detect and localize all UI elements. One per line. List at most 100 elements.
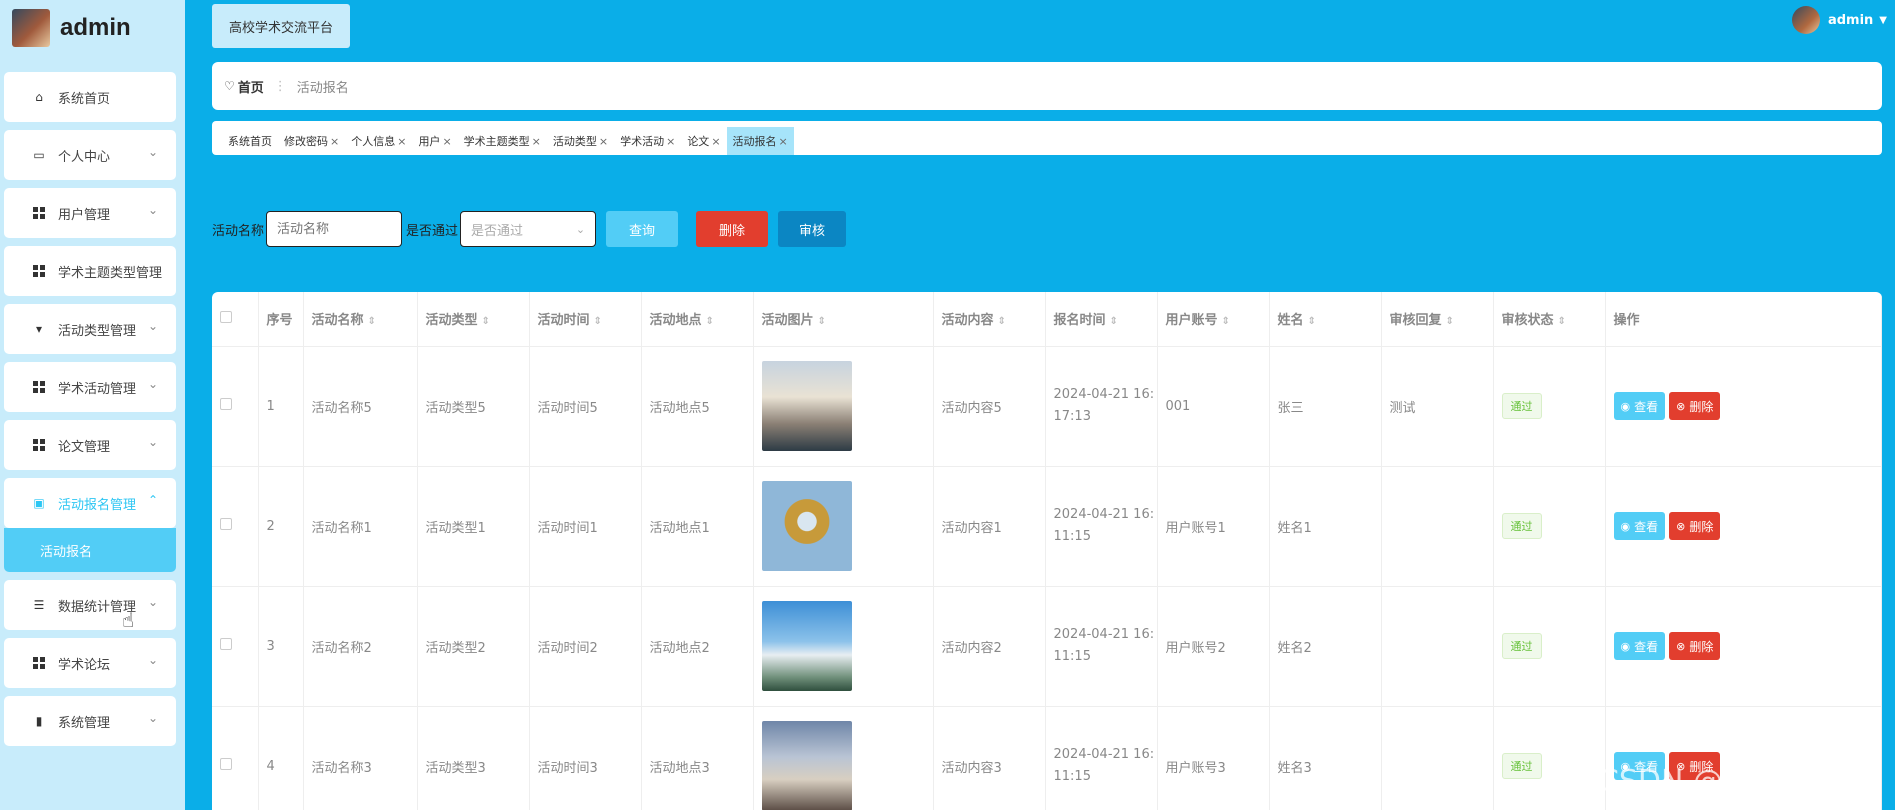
sort-icon: ⇕: [705, 316, 714, 328]
audit-button[interactable]: 审核: [778, 211, 847, 247]
watermark: CSDN @计算机学姐: [1597, 764, 1873, 799]
cell-realname: 张三: [1269, 346, 1382, 467]
close-icon[interactable]: ×: [599, 135, 608, 148]
tag-label: 修改密码: [284, 135, 328, 148]
close-icon[interactable]: ×: [666, 135, 675, 148]
brand-name: admin: [60, 14, 131, 41]
tag-signups[interactable]: 活动报名 ×: [726, 127, 794, 155]
sidebar-item-forum[interactable]: 学术论坛 ⌄: [4, 638, 176, 688]
tag-change-password[interactable]: 修改密码 ×: [278, 133, 345, 155]
view-button[interactable]: ◉ 查看: [1613, 392, 1666, 420]
cell-place: 活动地点3: [641, 706, 754, 810]
close-icon[interactable]: ×: [330, 135, 339, 148]
tag-activities[interactable]: 学术活动 ×: [614, 133, 681, 155]
tag-home[interactable]: 系统首页: [222, 133, 278, 155]
cell-name: 活动名称1: [303, 466, 418, 587]
user-name: admin: [1827, 12, 1874, 28]
sidebar-item-label: 学术主题类型管理: [58, 265, 163, 281]
row-checkbox[interactable]: [212, 346, 259, 467]
sidebar-item-home[interactable]: ⌂ 系统首页: [4, 72, 176, 122]
cell-realname: 姓名1: [1269, 466, 1382, 587]
sidebar-item-label: 学术活动管理: [58, 381, 137, 397]
col-header[interactable]: 活动图片 ⇕: [753, 292, 934, 347]
col-header[interactable]: 审核回复 ⇕: [1381, 292, 1494, 347]
close-icon[interactable]: ×: [779, 135, 788, 148]
cell-reply: [1381, 586, 1494, 707]
col-header[interactable]: 审核状态 ⇕: [1493, 292, 1606, 347]
cell-status: 通过: [1493, 466, 1606, 587]
activity-image[interactable]: [761, 481, 852, 571]
grid-icon: [32, 380, 46, 394]
row-checkbox[interactable]: [212, 706, 259, 810]
card-icon: ▭: [33, 148, 45, 162]
caret-down-icon: ▼: [1879, 14, 1887, 26]
col-header[interactable]: 活动内容 ⇕: [933, 292, 1046, 347]
eye-icon: ◉: [1620, 639, 1631, 653]
col-header[interactable]: 活动名称 ⇕: [303, 292, 418, 347]
tag-papers[interactable]: 论文 ×: [681, 133, 726, 155]
status-badge: 通过: [1501, 513, 1542, 539]
user-menu[interactable]: admin ▼: [1791, 6, 1887, 34]
delete-button[interactable]: ⊗ 删除: [1669, 632, 1721, 660]
close-circle-icon: ⊗: [1676, 519, 1686, 533]
cell-image: [753, 706, 934, 810]
tag-activity-types[interactable]: 活动类型 ×: [547, 133, 614, 155]
avatar: [1791, 6, 1820, 34]
close-circle-icon: ⊗: [1676, 639, 1686, 653]
cell-name: 活动名称5: [303, 346, 418, 467]
col-header[interactable]: 活动时间 ⇕: [529, 292, 642, 347]
sidebar-item-label: 论文管理: [58, 439, 111, 455]
approved-select[interactable]: 是否通过 ⌄: [460, 211, 597, 247]
view-button[interactable]: ◉ 查看: [1613, 512, 1666, 540]
table-header-row: 序号 活动名称 ⇕ 活动类型 ⇕ 活动时间 ⇕ 活动地点 ⇕ 活动图片 ⇕ 活动内容 ⇕ 报…: [212, 292, 1882, 347]
close-icon[interactable]: ×: [442, 135, 451, 148]
cell-place: 活动地点2: [641, 586, 754, 707]
sidebar-item-signups[interactable]: ▣ 活动报名管理 ⌃: [4, 478, 176, 528]
sidebar-item-topic-types[interactable]: 学术主题类型管理: [4, 246, 176, 296]
approved-label: 是否通过: [406, 223, 459, 239]
submenu-item-signup[interactable]: 活动报名: [4, 528, 176, 572]
sidebar-item-activities[interactable]: 学术活动管理 ⌄: [4, 362, 176, 412]
sidebar-item-papers[interactable]: 论文管理 ⌄: [4, 420, 176, 470]
activity-name-label: 活动名称: [212, 223, 265, 239]
close-icon[interactable]: ×: [397, 135, 406, 148]
activity-image[interactable]: [761, 601, 852, 691]
col-header[interactable]: 报名时间 ⇕: [1045, 292, 1158, 347]
col-header[interactable]: 活动地点 ⇕: [641, 292, 754, 347]
col-header[interactable]: 活动类型 ⇕: [417, 292, 530, 347]
col-header[interactable]: 用户账号 ⇕: [1157, 292, 1270, 347]
close-icon[interactable]: ×: [532, 135, 541, 148]
sidebar-item-activity-types[interactable]: ▾ 活动类型管理 ⌄: [4, 304, 176, 354]
col-header[interactable]: 姓名 ⇕: [1269, 292, 1382, 347]
tag-users[interactable]: 用户 ×: [412, 133, 457, 155]
cell-time: 活动时间5: [529, 346, 642, 467]
sidebar-item-statistics[interactable]: ☰ 数据统计管理 ⌄: [4, 580, 176, 630]
list-icon: ☰: [33, 598, 45, 612]
activity-image[interactable]: [761, 361, 852, 451]
activity-image[interactable]: [761, 721, 852, 810]
activity-name-input[interactable]: [266, 211, 403, 247]
delete-button[interactable]: ⊗ 删除: [1669, 392, 1721, 420]
data-table: 序号 活动名称 ⇕ 活动类型 ⇕ 活动时间 ⇕ 活动地点 ⇕ 活动图片 ⇕ 活动内容 ⇕ 报…: [212, 292, 1882, 810]
select-all-checkbox[interactable]: [212, 292, 259, 347]
chevron-down-icon: ⌄: [147, 203, 158, 217]
cell-realname: 姓名2: [1269, 586, 1382, 707]
batch-delete-button[interactable]: 删除: [696, 211, 769, 247]
delete-button[interactable]: ⊗ 删除: [1669, 512, 1721, 540]
sidebar-item-users[interactable]: 用户管理 ⌄: [4, 188, 176, 238]
breadcrumb-home[interactable]: 首页: [238, 77, 264, 96]
grid-icon: [32, 438, 46, 452]
close-icon[interactable]: ×: [711, 135, 720, 148]
view-button[interactable]: ◉ 查看: [1613, 632, 1666, 660]
row-checkbox[interactable]: [212, 466, 259, 587]
heart-icon: ♡: [224, 79, 235, 93]
cell-content: 活动内容3: [933, 706, 1046, 810]
tag-topic-types[interactable]: 学术主题类型 ×: [458, 133, 547, 155]
query-button[interactable]: 查询: [606, 211, 679, 247]
status-badge: 通过: [1501, 633, 1542, 659]
row-checkbox[interactable]: [212, 586, 259, 707]
sidebar-item-system[interactable]: ▮ 系统管理 ⌄: [4, 696, 176, 746]
tag-profile[interactable]: 个人信息 ×: [345, 133, 412, 155]
cell-signup-time: 2024-04-21 16: 11:15: [1045, 706, 1158, 810]
sidebar-item-personal[interactable]: ▭ 个人中心 ⌄: [4, 130, 176, 180]
